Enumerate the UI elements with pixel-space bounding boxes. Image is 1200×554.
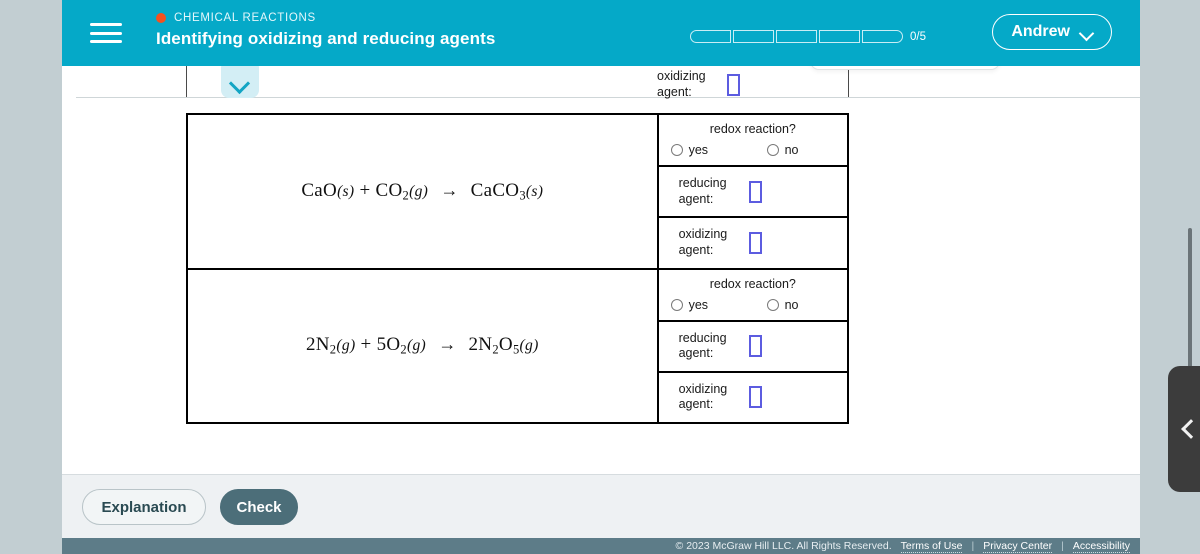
progress-segment [733,30,774,43]
legal-footer: © 2023 McGraw Hill LLC. All Rights Reser… [62,538,1140,554]
hamburger-bar [90,31,122,35]
radio-circle-icon [766,298,779,311]
redox-question-block: redox reaction? yes no [658,115,847,167]
chemical-equation: 2N2(g) + 5O2(g) → 2N2O5(g) [305,334,539,357]
progress-segment [862,30,903,43]
redox-question-block: redox reaction? yes no [658,270,847,322]
partial-oxidizing-agent-cell: oxidizing agent: [657,69,847,99]
topic-dot-icon [156,13,166,23]
oxidizing-agent-block: oxidizing agent: [659,218,847,267]
header-title-group: CHEMICAL REACTIONS Identifying oxidizing… [156,12,495,49]
collapse-chevron-button[interactable] [221,66,259,98]
table-edge-right [848,66,849,97]
controls-cell: redox reaction? yes no reducing agent: o… [658,115,847,268]
table-edge-left [186,66,187,97]
app-header: CHEMICAL REACTIONS Identifying oxidizing… [62,0,1140,66]
redox-question-label: redox reaction? [709,122,796,136]
terms-of-use-link[interactable]: Terms of Use [900,540,963,553]
progress-segment [776,30,817,43]
redox-radio-group: yes no [659,298,847,312]
hamburger-bar [90,40,122,43]
reducing-agent-label: reducing agent: [678,176,727,206]
radio-no-label: no [784,143,799,157]
screen-root: CHEMICAL REACTIONS Identifying oxidizing… [0,0,1200,554]
reducing-agent-input[interactable] [748,335,762,358]
oxidizing-agent-input[interactable] [748,386,762,409]
oxidizing-agent-label: oxidizing agent: [678,227,728,257]
reducing-agent-input[interactable] [748,180,762,203]
hamburger-bar [90,23,122,26]
radio-yes-label: yes [688,297,709,312]
chevron-down-icon [1080,28,1093,36]
redox-question-label: redox reaction? [709,276,796,291]
legal-separator: | [971,540,975,552]
radio-no[interactable]: no [766,297,799,312]
app-window: CHEMICAL REACTIONS Identifying oxidizing… [62,0,1140,538]
reducing-agent-block: reducing agent: [658,322,847,373]
vertical-scrollbar-thumb[interactable] [1188,228,1192,378]
table-row: CaO(s) + CO2(g) → CaCO3(s) redox reactio… [188,115,847,268]
oxidizing-agent-block: oxidizing agent: [659,373,847,422]
check-button[interactable]: Check [220,489,298,525]
accessibility-link[interactable]: Accessibility [1072,540,1130,553]
legal-separator: | [1061,540,1064,552]
radio-yes-label: yes [688,143,709,157]
radio-no-label: no [784,297,799,312]
equation-cell: 2N2(g) + 5O2(g) → 2N2O5(g) [188,269,659,422]
radio-circle-icon [670,144,683,156]
explanation-button[interactable]: Explanation [82,489,206,525]
progress-segment [690,30,731,43]
oxidizing-agent-input[interactable] [727,74,740,96]
page-title: Identifying oxidizing and reducing agent… [156,29,496,48]
action-bar: Explanation Check [62,474,1140,538]
oxidizing-agent-label: oxidizing agent: [657,69,706,99]
progress-meter: 0/5 [690,30,926,43]
radio-no[interactable]: no [766,143,799,157]
reducing-agent-label: reducing agent: [678,330,727,361]
oxidizing-agent-label: oxidizing agent: [678,381,728,412]
topic-label: CHEMICAL REACTIONS [174,12,316,24]
radio-circle-icon [766,144,779,156]
reducing-agent-block: reducing agent: [658,167,847,219]
user-name-label: Andrew [1011,23,1070,40]
side-drawer-toggle[interactable] [1168,366,1200,492]
oxidizing-agent-input[interactable] [748,231,762,254]
breadcrumb: CHEMICAL REACTIONS [156,12,495,24]
table-row: 2N2(g) + 5O2(g) → 2N2O5(g) redox reactio… [188,267,847,423]
progress-track [690,30,903,43]
hamburger-menu-icon[interactable] [90,20,122,46]
controls-cell: redox reaction? yes no reducing agent: o… [658,270,847,423]
radio-circle-icon [670,298,683,311]
copyright-text: © 2023 McGraw Hill LLC. All Rights Reser… [675,540,892,552]
user-menu-button[interactable]: Andrew [992,14,1112,50]
equation-cell: CaO(s) + CO2(g) → CaCO3(s) [188,115,659,268]
progress-segment [819,30,860,43]
radio-yes[interactable]: yes [670,143,767,157]
chemical-equation: CaO(s) + CO2(g) → CaCO3(s) [301,179,544,203]
question-scroll-area: oxidizing agent: CaO(s) + CO2(g) → CaCO3… [62,66,1140,474]
redox-question-table: CaO(s) + CO2(g) → CaCO3(s) redox reactio… [186,113,849,424]
privacy-center-link[interactable]: Privacy Center [983,540,1053,553]
redox-radio-group: yes no [659,143,847,157]
progress-count: 0/5 [910,30,926,43]
radio-yes[interactable]: yes [670,297,767,312]
